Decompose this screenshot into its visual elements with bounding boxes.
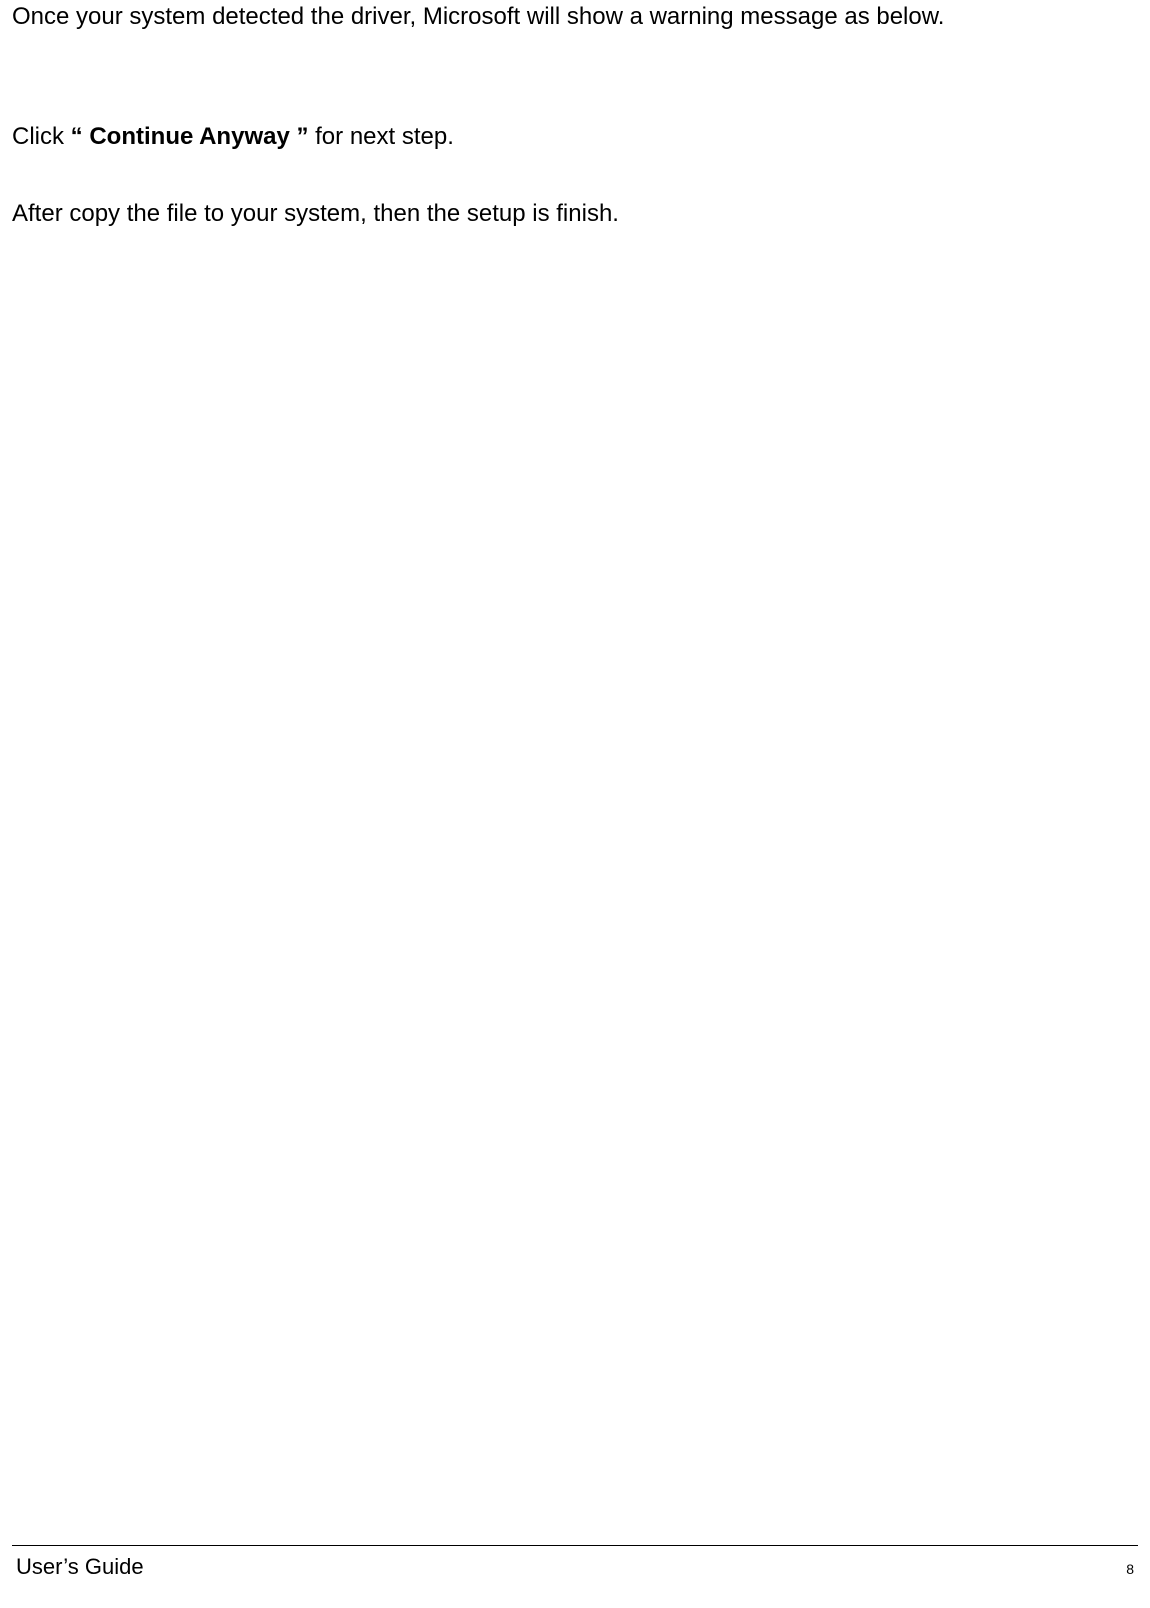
- page-footer: User’s Guide 8: [12, 1545, 1138, 1580]
- footer-title: User’s Guide: [16, 1554, 144, 1580]
- text-click-suffix: for next step.: [308, 123, 453, 150]
- text-click-prefix: Click: [12, 123, 71, 150]
- paragraph-driver-detected: Once your system detected the driver, Mi…: [12, 0, 1138, 34]
- paragraph-continue-anyway: Click “ Continue Anyway ” for next step.: [12, 120, 1138, 154]
- text-continue-anyway-bold: “ Continue Anyway ”: [71, 123, 309, 150]
- footer-divider: [12, 1545, 1138, 1546]
- page-number: 8: [1126, 1561, 1134, 1577]
- paragraph-setup-finish: After copy the file to your system, then…: [12, 197, 1138, 231]
